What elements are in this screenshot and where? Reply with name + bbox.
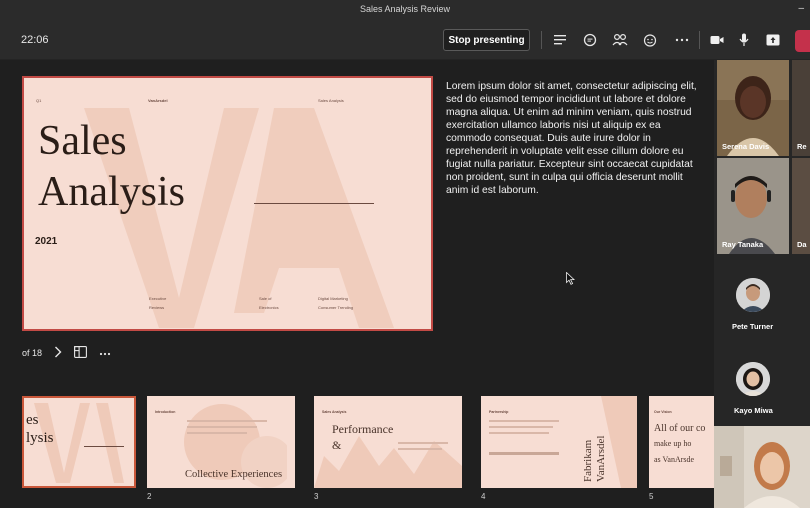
- thumbnail-big-text: Performance: [332, 422, 394, 436]
- avatar: [736, 278, 770, 312]
- participant-video-tile[interactable]: Da: [792, 158, 810, 254]
- slide-title-line2: Analysis: [38, 169, 185, 215]
- participant-name: Kayo Miwa: [734, 406, 773, 415]
- stop-presenting-button[interactable]: Stop presenting: [443, 29, 530, 51]
- thumbnail-title: es: [26, 412, 39, 428]
- slide-footer-item: Reviews: [149, 305, 165, 310]
- participant-name: Re: [797, 142, 807, 151]
- minimize-icon[interactable]: –: [798, 3, 804, 14]
- toolbar-divider: [699, 31, 700, 49]
- thumbnail-vertical-text: Fabrikam VanArsdel: [582, 404, 608, 484]
- participant-name: Serena Davis: [722, 142, 770, 151]
- slide-divider-line: [254, 203, 374, 204]
- thumbnail-text-lines: [187, 426, 257, 428]
- slide-year: 2021: [35, 236, 58, 247]
- thumbnail-rule: [84, 446, 124, 447]
- more-icon[interactable]: [674, 32, 690, 48]
- thumbnail-text-lines: [489, 452, 559, 455]
- slide-thumbnail[interactable]: Our Vision All of our co make up ho as V…: [649, 396, 714, 488]
- speaker-notes: Lorem ipsum dolor sit amet, consectetur …: [446, 81, 697, 196]
- thumbnail-big-text: &: [332, 438, 342, 452]
- slide-thumbnails: es lysis Introduction Collective Experie…: [22, 396, 714, 508]
- thumbnail-big-text: VanArsdel: [595, 435, 607, 482]
- slide-thumbnail[interactable]: es lysis: [22, 396, 136, 488]
- slide-brand: VanArsdel: [148, 98, 168, 103]
- slide-thumbnail[interactable]: Introduction Collective Experiences: [147, 396, 295, 488]
- thumbnail-heading: Partnership: [489, 410, 509, 414]
- participant-name: Pete Turner: [732, 322, 774, 331]
- slide-navigation: of 18: [22, 344, 111, 362]
- participant-name: Da: [797, 240, 807, 249]
- slide-footer-item: Digital Marketing: [318, 296, 348, 301]
- window-title: Sales Analysis Review: [359, 4, 451, 14]
- more-icon[interactable]: [99, 348, 111, 358]
- cursor-icon: [566, 271, 576, 290]
- people-icon[interactable]: [612, 32, 628, 48]
- participant-avatar[interactable]: [736, 278, 770, 312]
- thumbnail-big-text: Collective Experiences: [185, 469, 283, 480]
- thumbnail-heading: Introduction: [155, 410, 176, 414]
- page-indicator: of 18: [22, 348, 43, 358]
- thumbnail-text-lines: [187, 432, 247, 434]
- slide-footer-item: Executive: [149, 296, 167, 301]
- thumbnail-big-text: All of our co: [654, 423, 706, 434]
- slide-title-line1: Sales: [38, 118, 127, 164]
- slide-label-q1: Q1: [36, 98, 42, 103]
- self-video-tile[interactable]: [714, 426, 810, 508]
- share-icon[interactable]: [765, 32, 781, 48]
- participant-video-tile[interactable]: Serena Davis: [717, 60, 789, 156]
- thumbnail-text-lines: [398, 448, 442, 450]
- meeting-toolbar: 22:06 Stop presenting: [0, 20, 810, 60]
- reactions-icon[interactable]: [642, 32, 658, 48]
- chevron-right-icon[interactable]: [54, 346, 62, 360]
- thumbnail-text-lines: [489, 426, 553, 428]
- participant-name: Ray Tanaka: [722, 240, 764, 249]
- thumbnail-text-lines: [489, 432, 549, 434]
- self-video: [714, 426, 810, 508]
- slide-footer-item: Consumer Trending: [318, 305, 354, 310]
- current-slide: Q1 VanArsdel Sales Analysis Sales Analys…: [22, 76, 433, 331]
- thumbnail-heading: Sales Analysis: [322, 410, 347, 414]
- chat-icon[interactable]: [582, 32, 598, 48]
- meeting-timer: 22:06: [21, 34, 49, 46]
- thumbnail-text-lines: [398, 442, 448, 444]
- thumbnail-number: 3: [314, 492, 319, 501]
- thumbnail-number: 5: [649, 492, 654, 501]
- leave-icon[interactable]: [795, 30, 810, 52]
- thumbnail-title: lysis: [26, 430, 54, 446]
- camera-icon[interactable]: [709, 32, 725, 48]
- mic-icon[interactable]: [736, 32, 752, 48]
- thumbnail-text-lines: [489, 420, 559, 422]
- slide-corner-label: Sales Analysis: [318, 98, 344, 103]
- participants-panel: Serena Davis Re Ray Tanaka Da Pete Turne…: [714, 60, 810, 508]
- participant-video-tile[interactable]: Ray Tanaka: [717, 158, 789, 254]
- thumbnail-big-text: make up ho: [654, 439, 692, 448]
- slide-watermark-graphic: [84, 108, 394, 328]
- slide-thumbnail[interactable]: Partnership Fabrikam VanArsdel: [481, 396, 637, 488]
- grid-view-icon[interactable]: [74, 346, 87, 360]
- thumbnail-number: 4: [481, 492, 486, 501]
- thumbnail-big-text: as VanArsde: [654, 455, 695, 464]
- thumbnail-number: 2: [147, 492, 152, 501]
- hamburger-icon[interactable]: [552, 32, 568, 48]
- participant-video-tile[interactable]: Re: [792, 60, 810, 156]
- thumbnail-big-text: Fabrikam: [582, 439, 594, 482]
- avatar: [736, 362, 770, 396]
- toolbar-divider: [541, 31, 542, 49]
- thumbnail-heading: Our Vision: [654, 410, 672, 414]
- slide-footer-item: Sale of: [259, 296, 272, 301]
- participant-avatar[interactable]: [736, 362, 770, 396]
- slide-footer-item: Electronics: [259, 305, 279, 310]
- thumbnail-text-lines: [187, 420, 267, 422]
- slide-thumbnail[interactable]: Sales Analysis Performance &: [314, 396, 462, 488]
- title-bar: Sales Analysis Review –: [0, 0, 810, 20]
